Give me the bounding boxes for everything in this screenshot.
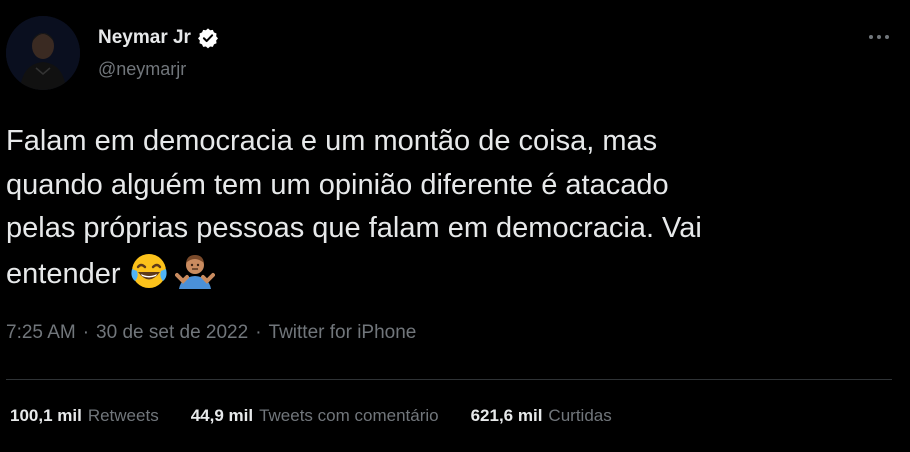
verified-badge-icon: [197, 27, 219, 49]
dot: [869, 35, 873, 39]
retweets-label: Retweets: [87, 406, 159, 425]
tweet-time[interactable]: 7:25 AM: [6, 322, 76, 344]
avatar[interactable]: [6, 16, 80, 90]
emoji-row: [129, 251, 215, 291]
tweet-date[interactable]: 30 de set de 2022: [96, 322, 248, 344]
meta-separator: ·: [255, 322, 262, 343]
tweet-source[interactable]: Twitter for iPhone: [269, 322, 417, 344]
tweet-body: Falam em democracia e um montão de coisa…: [6, 120, 886, 296]
person-shrugging-emoji-icon: [174, 251, 215, 291]
likes-stat[interactable]: 621,6 mil Curtidas: [471, 406, 612, 426]
dot: [877, 35, 881, 39]
tweet-text: Falam em democracia e um montão de coisa…: [6, 125, 702, 290]
tweet-meta: 7:25 AM · 30 de set de 2022 · Twitter fo…: [6, 322, 416, 344]
display-name[interactable]: Neymar Jr: [98, 27, 191, 49]
author-handle[interactable]: @neymarjr: [98, 59, 186, 80]
avatar-image: [6, 16, 80, 90]
quotes-label: Tweets com comentário: [259, 406, 439, 425]
divider: [6, 379, 892, 380]
meta-separator: ·: [82, 322, 90, 343]
face-with-tears-of-joy-emoji-icon: [129, 251, 169, 291]
tweet: Neymar Jr @neymarjr Falam em democracia …: [0, 0, 910, 452]
quotes-stat[interactable]: 44,9 mil Tweets com comentário: [191, 406, 439, 426]
quotes-count: 44,9 mil: [190, 406, 254, 425]
likes-count: 621,6 mil: [470, 406, 543, 425]
more-dots-icon[interactable]: [862, 26, 896, 48]
author-name-row: Neymar Jr: [98, 26, 219, 50]
retweets-count: 100,1 mil: [10, 406, 82, 425]
likes-label: Curtidas: [548, 406, 612, 425]
dot: [885, 35, 889, 39]
retweets-stat[interactable]: 100,1 mil Retweets: [10, 406, 159, 426]
tweet-stats: 100,1 mil Retweets 44,9 mil Tweets com c…: [10, 406, 612, 426]
